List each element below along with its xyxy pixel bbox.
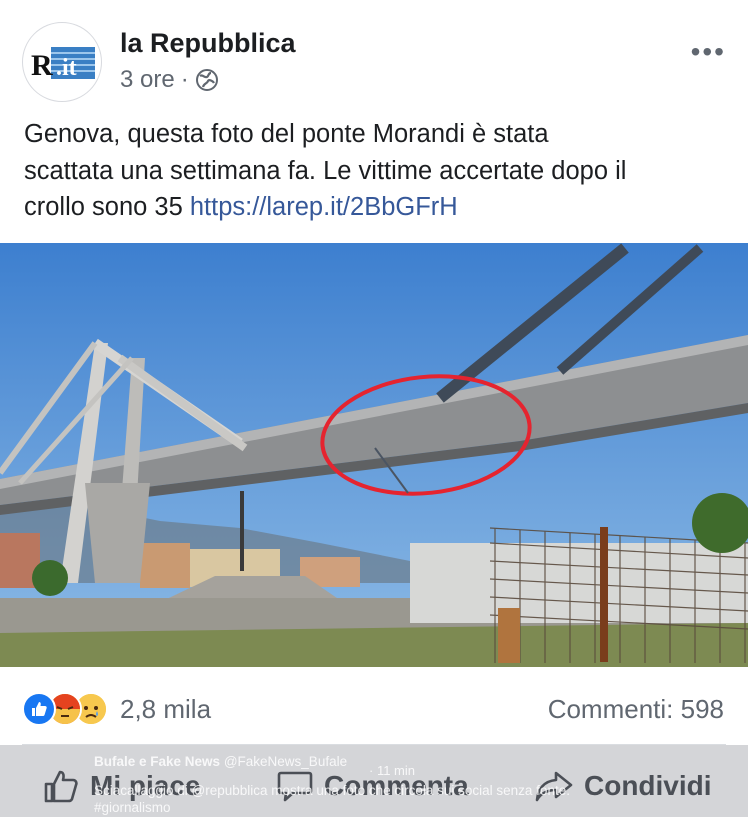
reactions-bar: 2,8 mila Commenti: 598	[0, 680, 748, 738]
reaction-summary[interactable]: 2,8 mila	[22, 692, 211, 726]
article-link[interactable]: https://larep.it/2BbGFrH	[190, 193, 458, 221]
post-text-line: crollo sono 35 https://larep.it/2BbGFrH	[24, 189, 734, 226]
svg-text:.it: .it	[56, 55, 77, 81]
repubblica-logo: R .it	[31, 47, 95, 82]
post-text-line: Genova, questa foto del ponte Morandi è …	[24, 120, 549, 148]
comments-count-link[interactable]: Commenti: 598	[548, 694, 724, 725]
post-time[interactable]: 3 ore	[120, 66, 175, 94]
overlay-tweet-author: Bufale e Fake News	[94, 754, 221, 769]
thumbs-up-outline-icon	[44, 770, 78, 803]
action-bar: Mi piace Commenta Condividi Bufale e Fak…	[0, 745, 748, 817]
post-meta: 3 ore ·	[120, 66, 219, 94]
page-name-link[interactable]: la Repubblica	[120, 28, 296, 59]
thumbs-up-icon	[32, 702, 47, 716]
more-options-icon[interactable]: •••	[691, 36, 726, 68]
post-photo[interactable]	[0, 243, 748, 667]
reaction-count: 2,8 mila	[120, 693, 212, 724]
overlay-tweet-handle: @FakeNews_Bufale	[223, 754, 348, 769]
like-reaction-icon	[22, 692, 56, 726]
page-avatar[interactable]: R .it	[22, 22, 102, 102]
post-text-line: scattata una settimana fa. Le vittime ac…	[24, 156, 627, 185]
post-header: R .it la Repubblica 3 ore · •••	[0, 0, 748, 110]
overlay-tweet-text: Sciacallaggio di @repubblica mostra una …	[94, 783, 570, 798]
meta-separator: ·	[180, 66, 189, 93]
svg-text:R: R	[31, 49, 53, 82]
post-text-line-fragment: crollo sono 35	[24, 193, 183, 221]
overlay-tweet-time: · 11 min	[369, 763, 415, 778]
post-text: Genova, questa foto del ponte Morandi è …	[24, 116, 734, 226]
overlay-tweet-hashtag: #giornalismo	[94, 800, 171, 815]
overlay-tweet: Bufale e Fake News @FakeNews_Bufale · 11…	[94, 753, 734, 816]
bridge-photo	[0, 243, 748, 667]
globe-icon	[195, 69, 218, 91]
